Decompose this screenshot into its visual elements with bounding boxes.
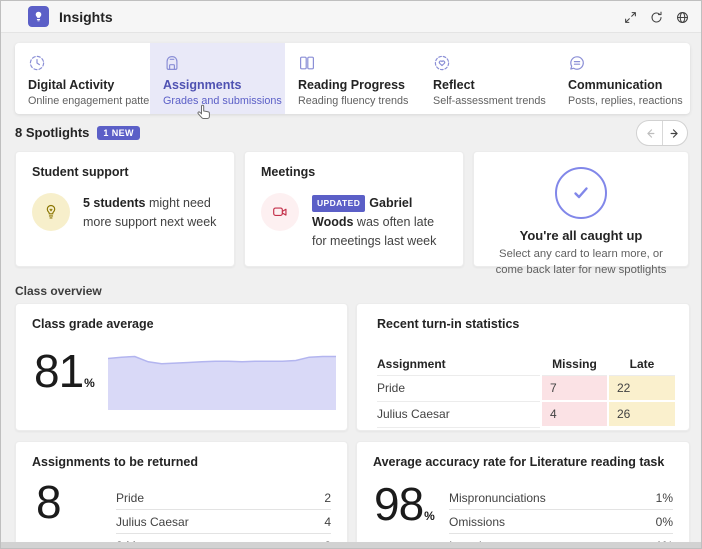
page-title: Insights xyxy=(59,9,113,25)
spotlight-card-caught-up[interactable]: You're all caught up Select any card to … xyxy=(473,151,689,276)
tab-sublabel: Online engagement patterns xyxy=(28,95,165,107)
item-value: 4 xyxy=(324,514,331,529)
card-title: Student support xyxy=(32,165,129,179)
tab-label: Reading Progress xyxy=(298,78,405,92)
spotlight-text-bold: 5 students xyxy=(83,196,146,210)
grade-trend-chart xyxy=(107,344,336,410)
item-label: Mispronunciations xyxy=(449,490,546,505)
insights-tab-strip: Digital Activity Online engagement patte… xyxy=(15,43,690,114)
caught-up-title: You're all caught up xyxy=(519,228,643,243)
caught-up-subtitle: Select any card to learn more, or come b… xyxy=(495,248,667,277)
insights-lightbulb-icon xyxy=(28,6,49,27)
table-header-row: Assignment Missing Late xyxy=(377,353,675,376)
accuracy-list: Mispronunciations1% Omissions0% Insertio… xyxy=(449,486,673,548)
spotlight-text: UPDATED Gabriel Woods was often late for … xyxy=(312,193,451,250)
turn-in-card[interactable]: Recent turn-in statistics Assignment Mis… xyxy=(356,303,690,431)
col-header-late: Late xyxy=(609,353,675,376)
heart-circle-icon xyxy=(433,54,451,72)
list-item: Pride 2 xyxy=(116,486,331,510)
tab-reading-progress[interactable]: Reading Progress Reading fluency trends xyxy=(285,43,420,114)
list-item: Julius Caesar 4 xyxy=(116,510,331,534)
chat-icon xyxy=(568,54,586,72)
check-circle-icon xyxy=(555,167,607,219)
new-badge: 1 NEW xyxy=(97,125,140,140)
expand-icon[interactable] xyxy=(619,6,641,28)
insights-window: Insights Digital Activity Online engagem… xyxy=(0,0,702,549)
late-count: 22 xyxy=(609,376,675,400)
grade-average-value: 81% xyxy=(34,345,95,397)
list-item: Omissions 0% xyxy=(449,510,673,534)
tab-communication[interactable]: Communication Posts, replies, reactions xyxy=(555,43,690,114)
topbar-actions xyxy=(619,6,693,28)
table-row: Julius Caesar 4 26 xyxy=(377,402,675,428)
window-bottom-edge xyxy=(1,542,701,548)
missing-count: 4 xyxy=(542,402,607,426)
grade-average-card[interactable]: Class grade average 81% xyxy=(15,303,348,431)
spotlight-card-student-support[interactable]: Student support 5 students might need mo… xyxy=(15,151,235,267)
refresh-icon[interactable] xyxy=(645,6,667,28)
late-count: 26 xyxy=(609,402,675,426)
returned-total: 8 xyxy=(36,476,62,528)
col-header-missing: Missing xyxy=(542,353,607,376)
tab-label: Reflect xyxy=(433,78,475,92)
card-title: Average accuracy rate for Literature rea… xyxy=(373,455,665,469)
card-title: Recent turn-in statistics xyxy=(377,317,520,331)
spotlight-text: 5 students might need more support next … xyxy=(83,193,222,232)
prev-spotlights-button[interactable] xyxy=(637,121,662,145)
card-title: Assignments to be returned xyxy=(32,455,198,469)
accuracy-value: 98% xyxy=(374,478,435,530)
card-title: Class grade average xyxy=(32,317,154,331)
spotlights-pager xyxy=(636,120,688,146)
clock-icon xyxy=(28,54,46,72)
lightbulb-icon xyxy=(32,193,70,231)
col-header-assignment: Assignment xyxy=(377,353,540,376)
table-row: Pride 7 22 xyxy=(377,376,675,402)
top-bar: Insights xyxy=(1,1,701,33)
turn-in-table: Assignment Missing Late Pride 7 22 Juliu… xyxy=(377,353,675,428)
backpack-icon xyxy=(163,54,181,72)
accuracy-card[interactable]: Average accuracy rate for Literature rea… xyxy=(356,441,690,548)
video-camera-icon xyxy=(261,193,299,231)
assignment-name: Pride xyxy=(377,376,540,402)
spotlights-heading: 8 Spotlights 1 NEW xyxy=(15,125,140,140)
card-title: Meetings xyxy=(261,165,316,179)
tab-reflect[interactable]: Reflect Self-assessment trends xyxy=(420,43,555,114)
assignment-name: Julius Caesar xyxy=(377,402,540,428)
returned-list: Pride2 Julius Caesar4 2 More2 xyxy=(116,486,331,548)
item-label: Julius Caesar xyxy=(116,514,189,529)
item-label: Pride xyxy=(116,490,145,505)
item-value: 1% xyxy=(655,490,673,505)
tab-label: Assignments xyxy=(163,78,242,92)
updated-badge: UPDATED xyxy=(312,195,366,212)
tab-label: Communication xyxy=(568,78,663,92)
tab-digital-activity[interactable]: Digital Activity Online engagement patte… xyxy=(15,43,165,114)
globe-icon[interactable] xyxy=(671,6,693,28)
class-overview-heading: Class overview xyxy=(15,284,102,298)
tab-label: Digital Activity xyxy=(28,78,115,92)
item-value: 2 xyxy=(324,490,331,505)
tab-sublabel: Grades and submissions xyxy=(163,95,282,107)
missing-count: 7 xyxy=(542,376,607,400)
tab-sublabel: Reading fluency trends xyxy=(298,95,409,107)
next-spotlights-button[interactable] xyxy=(662,121,687,145)
item-value: 0% xyxy=(655,514,673,529)
tab-sublabel: Self-assessment trends xyxy=(433,95,546,107)
returned-card[interactable]: Assignments to be returned 8 Pride 2 Juli… xyxy=(15,441,348,548)
book-icon xyxy=(298,54,316,72)
spotlight-card-meetings[interactable]: Meetings UPDATED Gabriel Woods was often … xyxy=(244,151,464,267)
item-label: Omissions xyxy=(449,514,506,529)
spotlights-count: 8 Spotlights xyxy=(15,125,90,140)
list-item: Mispronunciations 1% xyxy=(449,486,673,510)
tab-sublabel: Posts, replies, reactions xyxy=(568,95,683,107)
tab-assignments[interactable]: Assignments Grades and submissions xyxy=(150,43,285,114)
